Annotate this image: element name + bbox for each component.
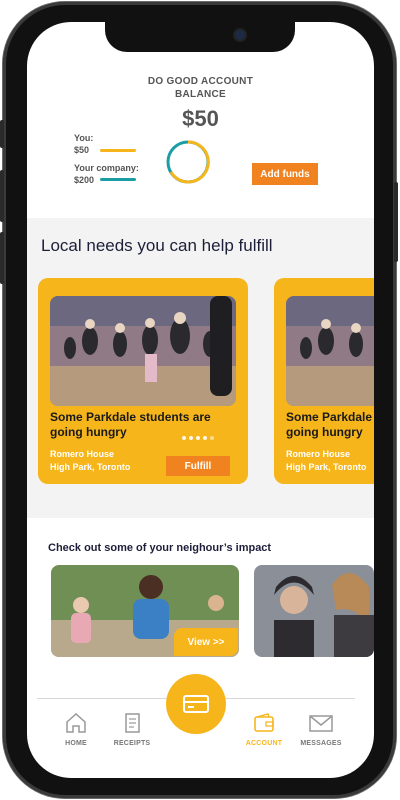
- donut-you-arc: [169, 140, 210, 184]
- legend-company-swatch: [100, 178, 136, 181]
- carousel-dot: [196, 436, 200, 440]
- legend-company-label: Your company:: [74, 163, 139, 173]
- legend-you: You: $50: [74, 132, 93, 156]
- notch: [105, 22, 295, 52]
- legend-you-label: You:: [74, 133, 94, 143]
- nav-home-label: HOME: [65, 740, 87, 747]
- camera-icon: [235, 30, 245, 40]
- phone-frame: DO GOOD ACCOUNT BALANCE $50 You: $50 You…: [0, 2, 398, 798]
- credit-card-icon: [183, 695, 209, 713]
- balance-amount: $50: [182, 106, 219, 131]
- need-card-org-name: Romero House: [286, 449, 351, 459]
- envelope-icon: [309, 715, 333, 732]
- need-card[interactable]: Some Parkdale students are going hungry …: [38, 278, 248, 484]
- legend-you-swatch: [100, 149, 136, 152]
- power-button: [394, 182, 398, 262]
- need-card-org: Romero House High Park, Toronto: [286, 448, 366, 474]
- need-card-org-name: Romero House: [50, 449, 115, 459]
- fulfill-button[interactable]: Fulfill: [166, 456, 230, 476]
- carousel-dots: [182, 436, 214, 440]
- nav-home[interactable]: HOME: [48, 712, 104, 747]
- receipt-icon: [125, 713, 140, 733]
- wallet-icon: [254, 713, 274, 732]
- need-card-photo: [50, 296, 236, 406]
- carousel-dot: [210, 436, 214, 440]
- nav-account-label: ACCOUNT: [245, 740, 283, 747]
- view-button[interactable]: View >>: [174, 628, 238, 656]
- legend-you-amount: $50: [74, 145, 90, 155]
- nav-receipts[interactable]: RECEIPTS: [104, 712, 160, 747]
- volume-down-button: [0, 232, 4, 284]
- home-icon: [66, 712, 86, 733]
- nav-account[interactable]: ACCOUNT: [236, 712, 292, 747]
- carousel-dot: [203, 436, 207, 440]
- add-funds-button[interactable]: Add funds: [252, 163, 318, 185]
- legend-company: Your company: $200: [74, 162, 139, 186]
- nav-messages-label: MESSAGES: [300, 740, 342, 747]
- need-card-photo: [286, 296, 374, 406]
- nav-receipts-label: RECEIPTS: [113, 740, 151, 747]
- nav-messages[interactable]: MESSAGES: [293, 712, 349, 747]
- need-card-org: Romero House High Park, Toronto: [50, 448, 130, 474]
- app-screen: DO GOOD ACCOUNT BALANCE $50 You: $50 You…: [27, 22, 374, 778]
- mute-switch: [0, 120, 4, 148]
- need-card[interactable]: Some Parkdale students are going hungry …: [274, 278, 374, 484]
- impact-photo[interactable]: [254, 565, 374, 657]
- need-card-location: High Park, Toronto: [50, 462, 131, 472]
- balance-donut-chart: [166, 140, 210, 184]
- local-needs-title: Local needs you can help fulfill: [41, 236, 273, 255]
- carousel-dot: [189, 436, 193, 440]
- need-card-title: Some Parkdale students are going hungry: [286, 410, 374, 439]
- impact-title: Check out some of your neighour’s impact: [48, 542, 272, 554]
- carousel-dot: [182, 436, 186, 440]
- need-card-location: High Park, Toronto: [286, 462, 367, 472]
- pay-card-button[interactable]: [166, 674, 226, 734]
- balance-title-line2: BALANCE: [175, 89, 226, 100]
- balance-title-line1: DO GOOD ACCOUNT: [147, 76, 254, 87]
- balance-title: DO GOOD ACCOUNT BALANCE: [27, 75, 374, 101]
- volume-up-button: [0, 170, 4, 222]
